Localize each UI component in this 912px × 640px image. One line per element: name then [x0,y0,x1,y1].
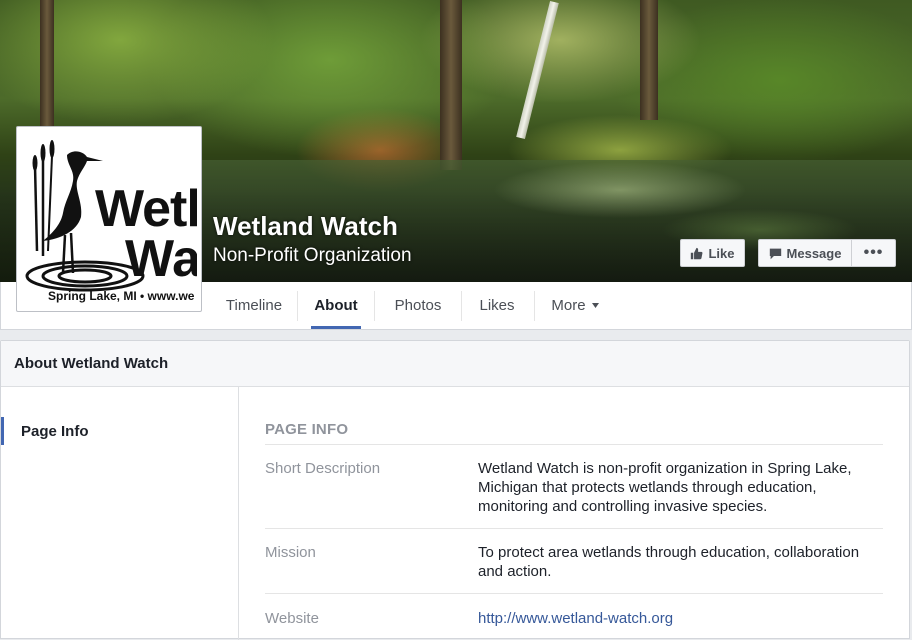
tab-divider [374,291,375,321]
profile-picture[interactable]: Wetl Wa Spring Lake, MI • www.we [16,126,202,312]
page-name[interactable]: Wetland Watch [213,211,398,242]
caret-down-icon [591,302,599,308]
like-label: Like [708,245,735,261]
about-sidebar: Page Info [1,387,239,640]
tab-likes[interactable]: Likes [469,282,525,328]
tree-trunk [440,0,462,170]
section-title: PAGE INFO [265,421,349,438]
tab-divider [297,291,298,321]
logo: Wetl Wa Spring Lake, MI • www.we [21,131,197,307]
mission-label: Mission [265,544,316,561]
short-description-label: Short Description [265,460,381,477]
logo-text: Wa [125,230,197,288]
logo-caption: Spring Lake, MI • www.we [48,289,195,303]
page-category[interactable]: Non-Profit Organization [213,245,412,267]
tab-about[interactable]: About [311,282,361,329]
message-button[interactable]: Message [758,239,852,267]
more-options-button[interactable]: ••• [851,239,896,267]
tab-divider [461,291,462,321]
message-label: Message [786,245,842,261]
tab-timeline[interactable]: Timeline [211,282,297,328]
like-button[interactable]: Like [680,239,745,267]
website-label: Website [265,610,319,627]
website-link[interactable]: http://www.wetland-watch.org [478,609,883,628]
more-dots-icon: ••• [863,244,884,261]
tab-divider [534,291,535,321]
thumbs-up-icon [691,247,703,259]
mission-value: To protect area wetlands through educati… [478,544,860,580]
about-card: About Wetland Watch Page Info PAGE INFO … [0,340,910,640]
short-description-value: Wetland Watch is non-profit organization… [478,460,852,515]
sidebar-item-page-info[interactable]: Page Info [1,417,238,445]
tree-trunk [640,0,658,120]
tab-photos[interactable]: Photos [383,282,453,328]
divider [265,593,883,594]
tab-more[interactable]: More [543,282,607,328]
birch-trunk [516,0,559,140]
divider [265,528,883,529]
about-header: About Wetland Watch [1,341,909,387]
message-bubble-icon [769,248,781,259]
divider [265,444,883,445]
